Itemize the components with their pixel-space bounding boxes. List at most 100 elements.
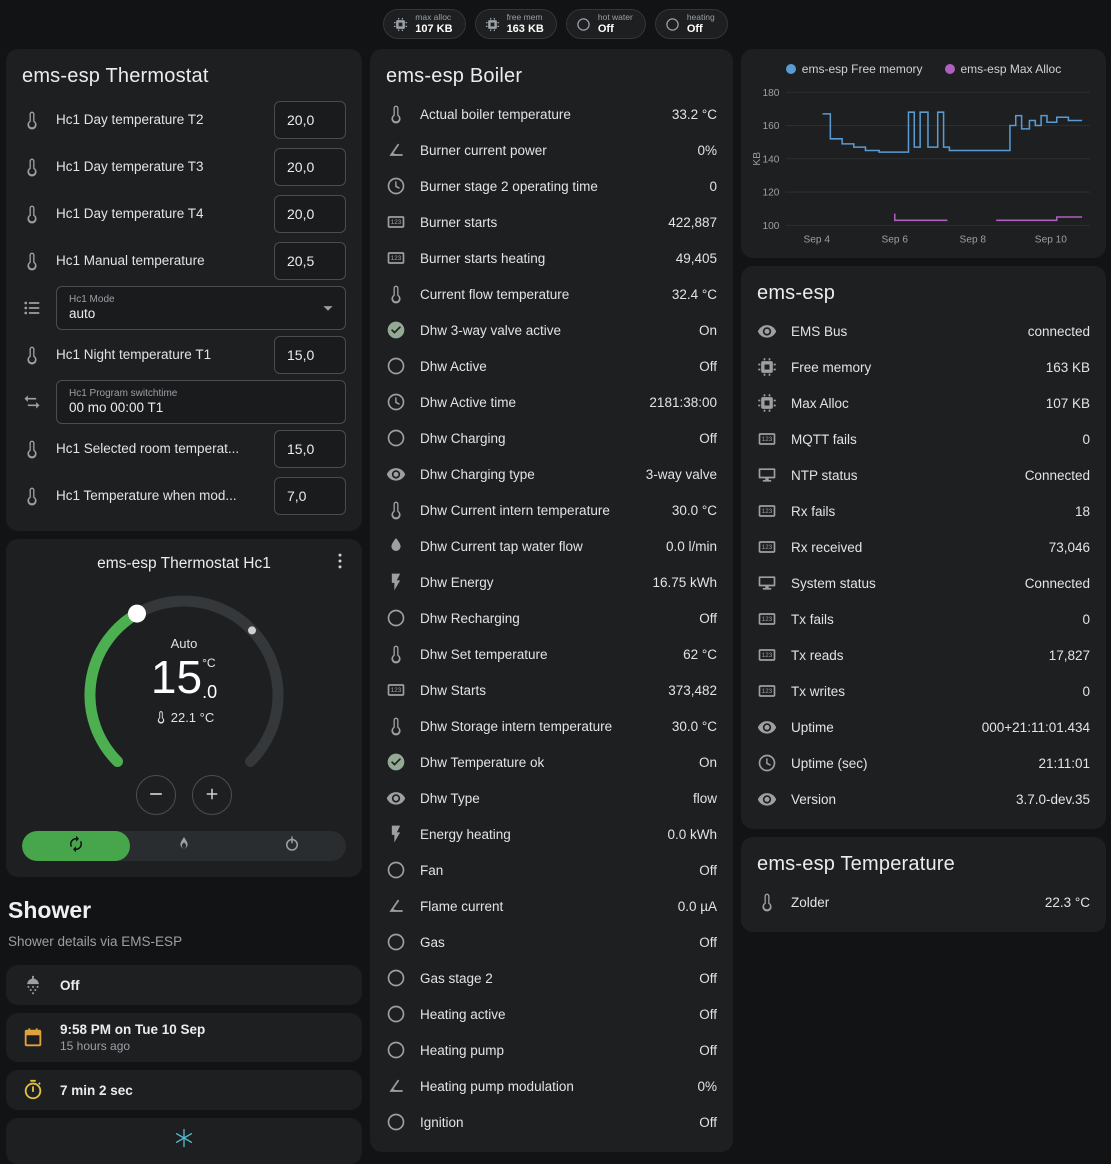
status-chip[interactable]: hot waterOff (566, 9, 646, 39)
entity-row[interactable]: Dhw Active time2181:38:00 (386, 384, 717, 420)
entity-row[interactable]: Uptime000+21:11:01.434 (757, 709, 1090, 745)
entity-row[interactable]: Hc1 Modeauto (22, 284, 346, 331)
svg-text:100: 100 (762, 221, 779, 232)
shower-row[interactable] (6, 1118, 362, 1164)
entity-row[interactable]: Dhw Temperature okOn (386, 744, 717, 780)
shower-section-subtitle: Shower details via EMS-ESP (8, 934, 360, 949)
entity-row[interactable]: 123Tx writes0 (757, 673, 1090, 709)
entity-row[interactable]: Current flow temperature32.4 °C (386, 276, 717, 312)
entity-row[interactable]: Hc1 Selected room temperat... (22, 425, 346, 472)
svg-text:140: 140 (762, 154, 779, 165)
entity-row[interactable]: 123Burner starts422,887 (386, 204, 717, 240)
entity-row[interactable]: System statusConnected (757, 565, 1090, 601)
field-value: auto (69, 306, 315, 321)
entity-row[interactable]: Flame current0.0 µA (386, 888, 717, 924)
entity-row[interactable]: FanOff (386, 852, 717, 888)
gauge-icon (386, 1076, 406, 1096)
hvac-mode-auto[interactable] (22, 831, 130, 861)
entity-row[interactable]: Hc1 Night temperature T1 (22, 331, 346, 378)
shower-row[interactable]: 9:58 PM on Tue 10 Sep15 hours ago (6, 1013, 362, 1062)
switchtime-input[interactable]: Hc1 Program switchtime00 mo 00:00 T1 (56, 380, 346, 424)
entity-row[interactable]: Uptime (sec)21:11:01 (757, 745, 1090, 781)
entity-row[interactable]: Version3.7.0-dev.35 (757, 781, 1090, 817)
entity-value: 3-way valve (646, 467, 717, 482)
thermostat-dial[interactable]: Auto 15 °C .0 22.1 °C (64, 577, 304, 819)
entity-row[interactable]: Zolder22.3 °C (757, 884, 1090, 920)
entity-row[interactable]: Max Alloc107 KB (757, 385, 1090, 421)
entity-row[interactable]: 123MQTT fails0 (757, 421, 1090, 457)
mode-select[interactable]: Hc1 Modeauto (56, 286, 346, 330)
entity-row[interactable]: Hc1 Program switchtime00 mo 00:00 T1 (22, 378, 346, 425)
entity-name: Heating active (420, 1007, 685, 1022)
entity-row[interactable]: Hc1 Day temperature T2 (22, 96, 346, 143)
entity-name: Hc1 Day temperature T3 (56, 159, 262, 174)
entity-row[interactable]: Dhw ActiveOff (386, 348, 717, 384)
status-chip[interactable]: max alloc107 KB (383, 9, 465, 39)
entity-row[interactable]: 123Dhw Starts373,482 (386, 672, 717, 708)
entity-name: Free memory (791, 360, 1032, 375)
legend-item[interactable]: ems-esp Max Alloc (945, 62, 1062, 76)
entity-row[interactable]: NTP statusConnected (757, 457, 1090, 493)
entity-row[interactable]: 123Burner starts heating49,405 (386, 240, 717, 276)
number-input[interactable] (274, 477, 346, 515)
status-chip[interactable]: heatingOff (655, 9, 728, 39)
entity-row[interactable]: Hc1 Day temperature T4 (22, 190, 346, 237)
shower-row[interactable]: 7 min 2 sec (6, 1070, 362, 1110)
entity-row[interactable]: 123Tx reads17,827 (757, 637, 1090, 673)
entity-row[interactable]: 123Tx fails0 (757, 601, 1090, 637)
number-input[interactable] (274, 430, 346, 468)
hvac-mode-off[interactable] (238, 831, 346, 861)
hvac-mode-heat[interactable] (130, 831, 238, 861)
svg-text:123: 123 (762, 688, 773, 695)
entity-row[interactable]: Burner stage 2 operating time0 (386, 168, 717, 204)
entity-row[interactable]: Heating pump modulation0% (386, 1068, 717, 1104)
entity-row[interactable]: 123Rx received73,046 (757, 529, 1090, 565)
entity-name: Actual boiler temperature (420, 107, 658, 122)
entity-row[interactable]: Dhw 3-way valve activeOn (386, 312, 717, 348)
number-input[interactable] (274, 101, 346, 139)
counter-icon: 123 (757, 501, 777, 521)
more-options-icon[interactable] (330, 551, 350, 576)
entity-row[interactable]: Heating activeOff (386, 996, 717, 1032)
entity-row[interactable]: EMS Busconnected (757, 313, 1090, 349)
svg-text:123: 123 (762, 616, 773, 623)
entity-name: Rx fails (791, 504, 1061, 519)
increase-temp-button[interactable] (192, 775, 232, 815)
target-temperature: 15 °C .0 (151, 654, 217, 701)
number-input[interactable] (274, 195, 346, 233)
hvac-mode-label: Auto (171, 636, 198, 651)
entity-row[interactable]: Actual boiler temperature33.2 °C (386, 96, 717, 132)
status-chip[interactable]: free mem163 KB (475, 9, 557, 39)
entity-row[interactable]: Dhw Current intern temperature30.0 °C (386, 492, 717, 528)
entity-row[interactable]: Dhw Storage intern temperature30.0 °C (386, 708, 717, 744)
legend-item[interactable]: ems-esp Free memory (786, 62, 923, 76)
entity-row[interactable]: GasOff (386, 924, 717, 960)
number-input[interactable] (274, 148, 346, 186)
memory-history-chart: 100120140160180Sep 4Sep 6Sep 8Sep 10KB (751, 82, 1096, 254)
decrease-temp-button[interactable] (136, 775, 176, 815)
entity-row[interactable]: Energy heating0.0 kWh (386, 816, 717, 852)
entity-row[interactable]: Gas stage 2Off (386, 960, 717, 996)
shower-row[interactable]: Off (6, 965, 362, 1005)
thermometer-icon (386, 500, 406, 520)
entity-row[interactable]: Dhw Current tap water flow0.0 l/min (386, 528, 717, 564)
entity-row[interactable]: Dhw Charging type3-way valve (386, 456, 717, 492)
number-input[interactable] (274, 336, 346, 374)
entity-row[interactable]: Hc1 Day temperature T3 (22, 143, 346, 190)
entity-row[interactable]: Dhw Set temperature62 °C (386, 636, 717, 672)
svg-text:180: 180 (762, 88, 779, 99)
entity-row[interactable]: Dhw Typeflow (386, 780, 717, 816)
entity-row[interactable]: Burner current power0% (386, 132, 717, 168)
entity-row[interactable]: Dhw Energy16.75 kWh (386, 564, 717, 600)
entity-row[interactable]: 123Rx fails18 (757, 493, 1090, 529)
number-input[interactable] (274, 242, 346, 280)
entity-row[interactable]: Hc1 Temperature when mod... (22, 472, 346, 519)
entity-row[interactable]: Hc1 Manual temperature (22, 237, 346, 284)
column-right: ems-esp Free memory ems-esp Max Alloc 100… (741, 49, 1106, 932)
entity-row[interactable]: Free memory163 KB (757, 349, 1090, 385)
entity-value: 30.0 °C (672, 503, 717, 518)
entity-row[interactable]: Heating pumpOff (386, 1032, 717, 1068)
entity-row[interactable]: IgnitionOff (386, 1104, 717, 1140)
entity-row[interactable]: Dhw RechargingOff (386, 600, 717, 636)
entity-row[interactable]: Dhw ChargingOff (386, 420, 717, 456)
